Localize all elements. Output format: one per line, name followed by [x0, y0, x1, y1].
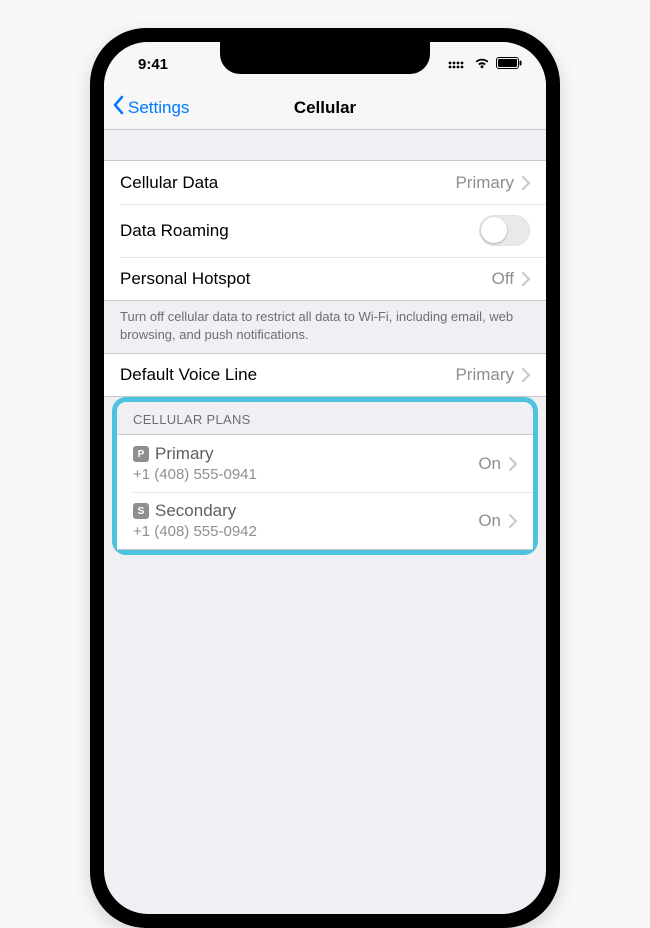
- plan-name: Secondary: [155, 501, 236, 521]
- back-button[interactable]: Settings: [104, 95, 189, 120]
- toggle-data-roaming[interactable]: [479, 215, 530, 246]
- back-label: Settings: [128, 98, 189, 118]
- plan-badge-icon: P: [133, 446, 149, 462]
- group-plans: P Primary +1 (408) 555-0941 On: [117, 434, 533, 550]
- plan-name: Primary: [155, 444, 214, 464]
- chevron-right-icon: [509, 457, 517, 471]
- plan-number: +1 (408) 555-0942: [133, 523, 257, 540]
- battery-icon: [496, 56, 522, 73]
- wifi-icon: [474, 56, 490, 73]
- plan-number: +1 (408) 555-0941: [133, 466, 257, 483]
- row-data-roaming[interactable]: Data Roaming: [104, 204, 546, 257]
- row-value: Primary: [455, 365, 514, 385]
- cellular-plans-highlight: CELLULAR PLANS P Primary +1 (408) 555-09…: [112, 397, 538, 555]
- screen: 9:41 Settings Cellular: [104, 42, 546, 914]
- group-footer: Turn off cellular data to restrict all d…: [104, 301, 546, 353]
- status-icons: [448, 56, 522, 73]
- row-value: Off: [492, 269, 514, 289]
- notch: [220, 42, 430, 74]
- content: Cellular Data Primary Data Roaming: [104, 130, 546, 555]
- chevron-right-icon: [522, 368, 530, 382]
- chevron-right-icon: [522, 176, 530, 190]
- phone-frame: 9:41 Settings Cellular: [90, 28, 560, 928]
- status-time: 9:41: [138, 56, 168, 73]
- row-label: Data Roaming: [120, 221, 229, 241]
- chevron-left-icon: [112, 95, 124, 120]
- row-personal-hotspot[interactable]: Personal Hotspot Off: [104, 257, 546, 301]
- group-cellular: Cellular Data Primary Data Roaming: [104, 160, 546, 301]
- chevron-right-icon: [522, 272, 530, 286]
- chevron-right-icon: [509, 514, 517, 528]
- nav-bar: Settings Cellular: [104, 86, 546, 130]
- row-cellular-data[interactable]: Cellular Data Primary: [104, 160, 546, 204]
- row-label: Cellular Data: [120, 173, 218, 193]
- plan-status: On: [478, 454, 501, 474]
- row-default-voice[interactable]: Default Voice Line Primary: [104, 353, 546, 397]
- section-header-plans: CELLULAR PLANS: [117, 402, 533, 434]
- signal-icon: [448, 56, 468, 73]
- plan-badge-icon: S: [133, 503, 149, 519]
- group-voice: Default Voice Line Primary: [104, 353, 546, 397]
- row-plan-secondary[interactable]: S Secondary +1 (408) 555-0942 On: [117, 492, 533, 550]
- plan-status: On: [478, 511, 501, 531]
- row-label: Personal Hotspot: [120, 269, 250, 289]
- row-plan-primary[interactable]: P Primary +1 (408) 555-0941 On: [117, 434, 533, 492]
- row-label: Default Voice Line: [120, 365, 257, 385]
- row-value: Primary: [455, 173, 514, 193]
